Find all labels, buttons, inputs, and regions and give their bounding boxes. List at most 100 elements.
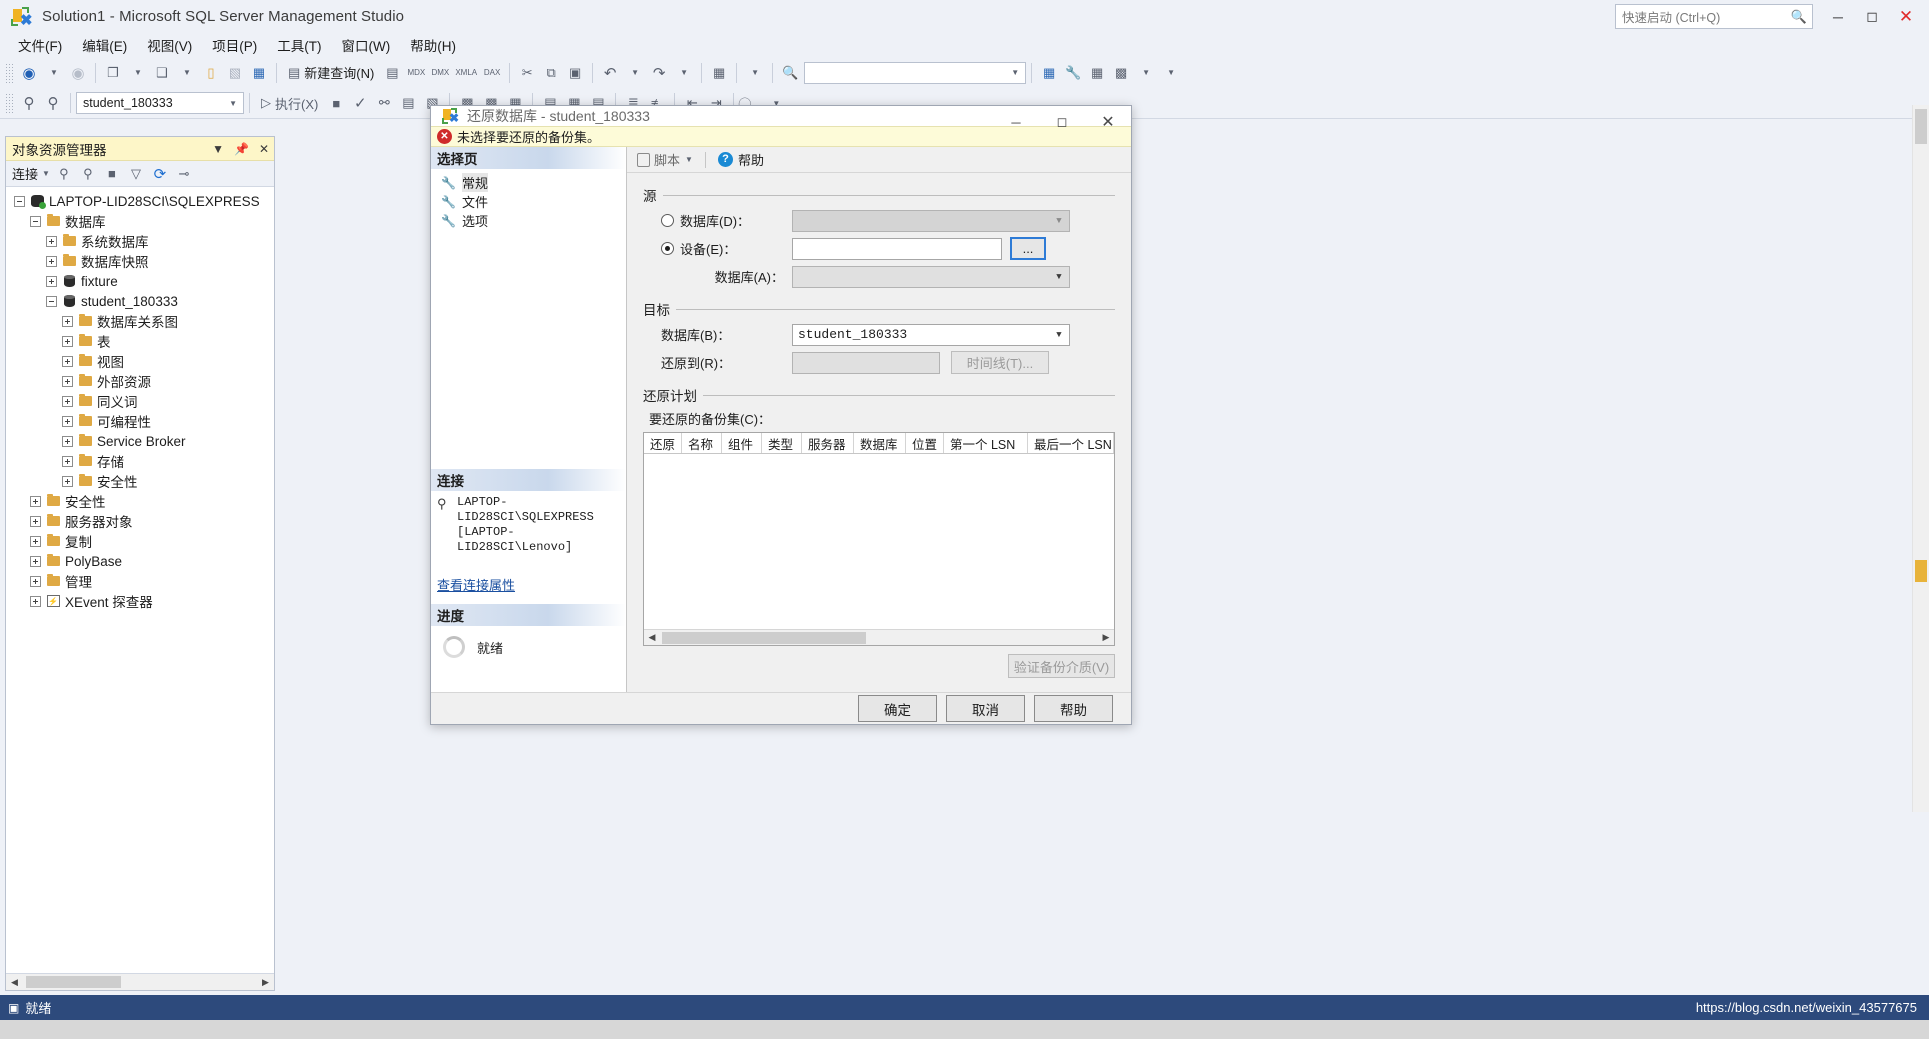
- search-icon[interactable]: 🔍: [1791, 9, 1812, 25]
- expand-icon[interactable]: [30, 575, 41, 587]
- scrollbar-thumb[interactable]: [26, 976, 121, 988]
- tree-node[interactable]: 复制: [6, 531, 274, 551]
- tree-node[interactable]: 数据库关系图: [6, 311, 274, 331]
- page-item-general[interactable]: 🔧 常规: [431, 173, 626, 192]
- scroll-right-icon[interactable]: ▶: [257, 977, 274, 988]
- disconnect-icon[interactable]: ⚲: [41, 91, 65, 116]
- include-actual-plan-icon[interactable]: ▤: [396, 91, 420, 116]
- tree-node[interactable]: 管理: [6, 571, 274, 591]
- maximize-icon[interactable]: ◻: [1855, 0, 1889, 33]
- grid-column-header[interactable]: 第一个 LSN: [944, 433, 1028, 453]
- redo-dropdown-icon[interactable]: ▼: [672, 60, 696, 85]
- new-mdx-query-icon[interactable]: MDX: [404, 60, 428, 85]
- toolbar-options-icon[interactable]: ▼: [1159, 60, 1183, 85]
- scroll-left-icon[interactable]: ◀: [6, 977, 23, 988]
- grid-column-header[interactable]: 还原: [644, 433, 682, 453]
- expand-icon[interactable]: [62, 315, 73, 327]
- expand-icon[interactable]: [30, 515, 41, 527]
- new-project-dropdown-icon[interactable]: ▼: [126, 60, 150, 85]
- menu-view[interactable]: 视图(V): [137, 33, 202, 57]
- minimize-icon[interactable]: ─: [993, 106, 1039, 138]
- menu-project[interactable]: 项目(P): [202, 33, 267, 57]
- tree-node[interactable]: 可编程性: [6, 411, 274, 431]
- object-explorer-tree[interactable]: LAPTOP-LID28SCI\SQLEXPRESS 数据库 系统数据库 数据库快照 f…: [6, 187, 274, 973]
- new-query-button[interactable]: ▤ 新建查询(N): [282, 60, 380, 85]
- menu-window[interactable]: 窗口(W): [332, 33, 401, 57]
- scrollbar-thumb[interactable]: [662, 632, 866, 644]
- tree-node[interactable]: LAPTOP-LID28SCI\SQLEXPRESS: [6, 191, 274, 211]
- navigate-forward-icon[interactable]: ◉: [66, 60, 90, 85]
- scrollbar-thumb[interactable]: [1915, 109, 1927, 144]
- page-item-files[interactable]: 🔧 文件: [431, 192, 626, 211]
- settings-wrench-icon[interactable]: 🔧: [1061, 60, 1085, 85]
- paste-icon[interactable]: ▣: [563, 60, 587, 85]
- database-selector[interactable]: student_180333 ▼: [76, 92, 244, 114]
- chevron-down-icon[interactable]: ▼: [1011, 68, 1025, 77]
- console-icon[interactable]: ▩: [1109, 60, 1133, 85]
- tree-node[interactable]: 安全性: [6, 471, 274, 491]
- open-file-icon[interactable]: ▯: [199, 60, 223, 85]
- backup-sets-grid-body[interactable]: [644, 454, 1114, 629]
- new-item-dropdown-icon[interactable]: ▼: [175, 60, 199, 85]
- tree-node[interactable]: 表: [6, 331, 274, 351]
- source-device-input[interactable]: [792, 237, 1002, 260]
- cut-icon[interactable]: ✂: [515, 60, 539, 85]
- tree-node[interactable]: 数据库: [6, 211, 274, 231]
- grid-column-header[interactable]: 位置: [906, 433, 944, 453]
- tree-node[interactable]: 系统数据库: [6, 231, 274, 251]
- object-explorer-hscrollbar[interactable]: ◀ ▶: [6, 973, 274, 990]
- tree-node[interactable]: 同义词: [6, 391, 274, 411]
- object-explorer-details-icon[interactable]: ▦: [1037, 60, 1061, 85]
- expand-icon[interactable]: [62, 395, 73, 407]
- menu-help[interactable]: 帮助(H): [400, 33, 466, 57]
- tree-node[interactable]: ⚡ XEvent 探查器: [6, 591, 274, 611]
- connect-object-explorer-icon[interactable]: ⚲: [54, 166, 74, 182]
- filter-icon[interactable]: ▽: [126, 166, 146, 182]
- scroll-left-icon[interactable]: ◀: [644, 632, 660, 643]
- toolbox-icon[interactable]: ▦: [1085, 60, 1109, 85]
- source-database-radio[interactable]: [661, 214, 674, 227]
- connect-dropdown-button[interactable]: 连接 ▼: [12, 164, 50, 183]
- connect-icon[interactable]: ⚲: [17, 91, 41, 116]
- chevron-down-icon[interactable]: ▼: [229, 99, 243, 108]
- expand-icon[interactable]: [62, 435, 73, 447]
- grid-column-header[interactable]: 类型: [762, 433, 802, 453]
- new-xmla-query-icon[interactable]: XMLA: [452, 60, 480, 85]
- tree-node[interactable]: 数据库快照: [6, 251, 274, 271]
- copy-icon[interactable]: ⧉: [539, 60, 563, 85]
- new-project-icon[interactable]: ❐: [101, 60, 125, 85]
- tree-node[interactable]: student_180333: [6, 291, 274, 311]
- source-device-browse-button[interactable]: ...: [1010, 237, 1046, 260]
- target-database-combo[interactable]: student_180333 ▼: [792, 323, 1070, 346]
- expand-icon[interactable]: [62, 355, 73, 367]
- expand-icon[interactable]: [30, 535, 41, 547]
- grid-column-header[interactable]: 最后一个 LSN: [1028, 433, 1114, 453]
- expand-icon[interactable]: [46, 275, 57, 287]
- page-item-options[interactable]: 🔧 选项: [431, 211, 626, 230]
- activity-monitor-icon[interactable]: ⊸: [174, 166, 194, 182]
- find-icon[interactable]: 🔍: [778, 60, 802, 85]
- editor-vertical-scrollbar[interactable]: [1912, 105, 1929, 812]
- new-dax-query-icon[interactable]: DAX: [480, 60, 504, 85]
- view-connection-properties-link[interactable]: 查看连接属性: [431, 563, 626, 604]
- toolbar-grip[interactable]: [5, 93, 14, 113]
- menu-file[interactable]: 文件(F): [8, 33, 72, 57]
- tree-node[interactable]: 服务器对象: [6, 511, 274, 531]
- collapse-icon[interactable]: [14, 195, 25, 207]
- expand-icon[interactable]: [30, 595, 41, 607]
- redo-icon[interactable]: ↷: [647, 60, 671, 85]
- close-icon[interactable]: ✕: [254, 142, 274, 156]
- expand-icon[interactable]: [30, 495, 41, 507]
- ok-button[interactable]: 确定: [858, 695, 937, 722]
- refresh-icon[interactable]: ⟳: [150, 165, 170, 183]
- chevron-down-icon[interactable]: ▼: [1051, 327, 1067, 344]
- grid-column-header[interactable]: 名称: [682, 433, 722, 453]
- disconnect-object-explorer-icon[interactable]: ⚲: [78, 166, 98, 182]
- tree-node[interactable]: Service Broker: [6, 431, 274, 451]
- tree-node[interactable]: 外部资源: [6, 371, 274, 391]
- tree-node[interactable]: PolyBase: [6, 551, 274, 571]
- grid-column-header[interactable]: 组件: [722, 433, 762, 453]
- undo-dropdown-icon[interactable]: ▼: [623, 60, 647, 85]
- scroll-right-icon[interactable]: ▶: [1098, 632, 1114, 643]
- close-icon[interactable]: ✕: [1889, 0, 1923, 33]
